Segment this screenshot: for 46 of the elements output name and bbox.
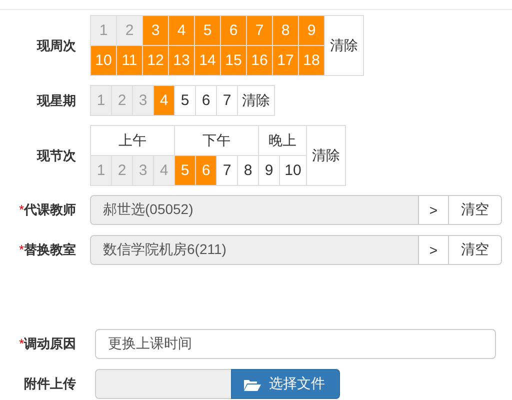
number-cell[interactable]: 8 <box>273 16 298 45</box>
number-cell[interactable]: 15 <box>221 46 246 75</box>
required-mark: * <box>18 202 24 217</box>
number-cell[interactable]: 4 <box>154 86 174 115</box>
field-label: 代课教师 <box>24 202 76 217</box>
number-cell[interactable]: 16 <box>247 46 272 75</box>
folder-icon <box>244 378 261 390</box>
number-cell[interactable]: 12 <box>143 46 168 75</box>
choose-file-button[interactable]: 选择文件 <box>231 369 340 399</box>
number-cell[interactable]: 10 <box>91 46 116 75</box>
field-label: 现周次 <box>36 36 76 54</box>
number-cell[interactable]: 8 <box>238 156 258 185</box>
reason-field[interactable]: 更换上课时间 <box>95 329 496 359</box>
number-cell[interactable]: 14 <box>195 46 220 75</box>
clear-button[interactable]: 清除 <box>307 126 345 185</box>
group-header: 下午 <box>175 126 258 155</box>
required-mark: * <box>18 336 24 351</box>
field-label: 现星期 <box>36 92 76 110</box>
number-cell[interactable]: 7 <box>217 86 237 115</box>
number-cell[interactable]: 10 <box>280 156 306 185</box>
field-label: 替换教室 <box>24 242 76 257</box>
file-name-field[interactable] <box>95 369 231 399</box>
number-cell[interactable]: 9 <box>259 156 279 185</box>
number-cell[interactable]: 17 <box>273 46 298 75</box>
clear-button[interactable]: 清除 <box>325 16 363 75</box>
number-cell[interactable]: 5 <box>195 16 220 45</box>
number-cell[interactable]: 5 <box>175 86 195 115</box>
field-label: 现节次 <box>36 146 76 164</box>
number-cell[interactable]: 7 <box>217 156 237 185</box>
number-cell[interactable]: 6 <box>196 86 216 115</box>
number-cell[interactable]: 9 <box>299 16 324 45</box>
clear-button[interactable]: 清除 <box>238 86 274 115</box>
number-cell[interactable]: 18 <box>299 46 324 75</box>
number-cell[interactable]: 6 <box>196 156 216 185</box>
number-cell[interactable]: 7 <box>247 16 272 45</box>
number-cell[interactable]: 13 <box>169 46 194 75</box>
required-mark: * <box>18 242 24 257</box>
field-label: 附件上传 <box>23 375 76 393</box>
number-cell[interactable]: 3 <box>143 16 168 45</box>
group-header: 上午 <box>91 126 174 155</box>
number-cell[interactable]: 4 <box>169 16 194 45</box>
field-label: 调动原因 <box>24 336 76 351</box>
number-cell[interactable]: 5 <box>175 156 195 185</box>
group-header: 晚上 <box>259 126 306 155</box>
number-cell[interactable]: 6 <box>221 16 246 45</box>
number-cell[interactable]: 11 <box>117 46 142 75</box>
